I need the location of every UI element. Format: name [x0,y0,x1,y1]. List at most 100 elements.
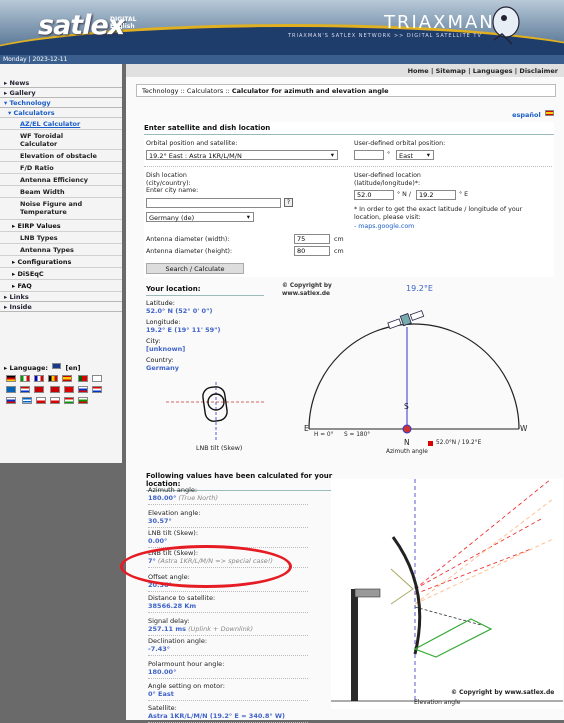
sidebar-diseqc[interactable]: ▸ DiSEqC [0,268,122,280]
result-item: Satellite: Astra 1KR/L/M/N (19.2° E = 340… [148,704,308,723]
main-content: Technology :: Calculators :: Calculator … [126,77,564,723]
spanish-language-link[interactable]: español [512,109,556,119]
user-orbital-input[interactable] [354,150,384,160]
flag-no-icon[interactable] [34,386,44,393]
location-legend-marker [428,441,433,446]
flag-hr-icon[interactable] [92,386,103,393]
sidebar-technology[interactable]: ▾ Technology [0,98,122,108]
breadcrumb: Technology :: Calculators :: Calculator … [136,84,556,97]
flag-ru-icon[interactable] [78,386,89,393]
result-label: Azimuth angle: [148,486,198,494]
flag-it-icon[interactable] [20,375,30,382]
result-item: Polarmount hour angle: 180.00° [148,660,308,679]
dish-location-label: Dish location (city/country): Enter city n… [146,172,198,195]
result-value-line: Astra 1KR/L/M/N (19.2° E = 340.8° W) [148,712,308,720]
sidebar-links[interactable]: ▸ Links [0,292,122,302]
azimuth-caption: Azimuth angle [386,449,428,455]
result-value: 0.00° [148,537,168,545]
sidebar-lnb-types[interactable]: LNB Types [0,232,122,244]
result-item: Declination angle: -7.43° [148,637,308,656]
result-item: Distance to satellite: 38566.28 Km [148,594,308,613]
result-value-line: 257.11 ms (Uplink + Downlink) [148,625,308,633]
divider [144,166,552,167]
google-maps-link[interactable]: - maps.google.com [354,223,414,231]
country-select[interactable]: Germany (de) [146,212,254,222]
sidebar-news[interactable]: ▸ News [0,78,122,88]
flag-nl-icon[interactable] [20,386,30,393]
latitude-input[interactable] [354,190,394,200]
satellite-icon [387,310,425,330]
sidebar-item-wf-toroidal[interactable]: WF Toroidal Calculator [0,130,122,150]
logo-subtitle: DIGITAL English [110,16,136,30]
result-value-line: 38566.28 Km [148,602,308,610]
nav-languages[interactable]: Languages [473,67,513,75]
result-item: Azimuth angle: 180.00° (True North) [148,486,308,505]
flag-dk-icon[interactable] [50,386,61,393]
flag-hu-icon[interactable] [64,397,75,404]
sidebar-item-azel[interactable]: AZ/EL Calculator [0,118,122,130]
sidebar-calculators[interactable]: ▾ Calculators [0,108,122,118]
sidebar-antenna-types[interactable]: Antenna Types [0,244,122,256]
sidebar-faq[interactable]: ▸ FAQ [0,280,122,292]
sidebar-eirp[interactable]: ▸ EIRP Values [0,220,122,232]
nav-disclaimer[interactable]: Disclaimer [519,67,558,75]
sidebar-inside[interactable]: ▸ Inside [0,302,122,312]
orbital-select[interactable]: 19.2° East : Astra 1KR/L/M/N [146,150,338,160]
sidebar-gallery[interactable]: ▸ Gallery [0,88,122,98]
sidebar-item-beam-width[interactable]: Beam Width [0,186,122,198]
flag-pl-icon[interactable] [36,397,47,404]
user-orbital-degree: ° [387,151,391,158]
result-value-line: 180.00° (True North) [148,494,308,502]
antenna-width-input[interactable] [294,234,330,244]
flag-bg-icon[interactable] [78,397,89,404]
triaxman-brand: TRIAXMAN [384,12,495,33]
location-legend: 52.0°N / 19.2°E [436,440,482,446]
flag-uk-icon[interactable] [52,363,62,369]
search-calculate-button[interactable]: Search / Calculate [146,263,244,274]
sidebar-item-elevation-obstacle[interactable]: Elevation of obstacle [0,150,122,162]
user-orbital-direction-select[interactable]: East [396,150,434,160]
result-label: Elevation angle: [148,509,201,517]
result-label: Angle setting on motor: [148,682,225,690]
flag-gr-icon[interactable] [22,397,33,404]
sidebar-item-fd-ratio[interactable]: F/D Ratio [0,162,122,174]
antenna-width-unit: cm [334,236,344,243]
language-row: ▸ Language: [en] [4,362,116,372]
language-selector: ▸ Language: [en] [4,362,116,407]
date-bar: Monday | 2023-12-11 [0,55,564,64]
nav-sitemap[interactable]: Sitemap [436,67,466,75]
flag-tr-icon[interactable] [64,386,75,393]
flag-be-icon[interactable] [48,375,58,382]
longitude-unit: ° E [459,191,469,198]
result-item: Signal delay: 257.11 ms (Uplink + Downlin… [148,617,308,636]
flag-es-icon [545,110,554,116]
flag-fr-icon[interactable] [34,375,44,382]
location-note: * In order to get the exact latitude / l… [354,206,523,221]
flag-sk-icon[interactable] [6,397,16,404]
language-current: [en] [65,364,81,372]
breadcrumb-current: Calculator for azimuth and elevation ang… [231,87,389,95]
antenna-height-input[interactable] [294,246,330,256]
flag-cz-icon[interactable] [50,397,61,404]
city-help-button[interactable]: ? [284,198,293,207]
flag-se-icon[interactable] [6,386,16,393]
sidebar-item-noise-figure[interactable]: Noise Figure and Temperature [0,198,122,220]
city-input[interactable] [146,198,281,208]
sidebar-item-antenna-efficiency[interactable]: Antenna Efficiency [0,174,122,186]
spanish-link-text[interactable]: español [512,111,541,119]
location-values: Latitude: 52.0° N (52° 0' 0") Longitude:… [146,299,264,372]
result-label: Polarmount hour angle: [148,660,225,668]
user-orbital-label: User-defined orbital position: [354,140,446,147]
longitude-input[interactable] [416,190,456,200]
nav-home[interactable]: Home [408,67,429,75]
flag-de-icon[interactable] [6,375,16,382]
country-result-label: Country: [146,356,174,364]
breadcrumb-path[interactable]: Technology :: Calculators :: [142,87,232,95]
sidebar-configurations[interactable]: ▸ Configurations [0,256,122,268]
flag-pt-icon[interactable] [78,375,89,382]
flag-es-icon[interactable] [62,375,72,382]
city-result-value: [unknown] [146,345,186,353]
highlight-ellipse [120,545,292,588]
result-value: 180.00° [148,668,177,676]
flag-fi-icon[interactable] [92,375,103,382]
